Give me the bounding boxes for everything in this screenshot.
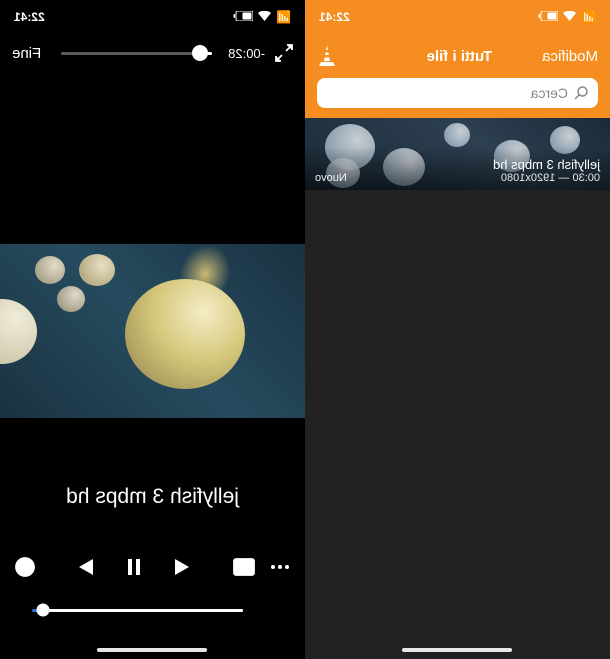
seek-thumb[interactable]	[36, 604, 49, 617]
search-input[interactable]: Cerca	[317, 78, 598, 108]
status-bar: 📶 22:41	[305, 0, 610, 34]
signal-icon: 📶	[581, 10, 596, 24]
status-bar: 📶 22:41	[0, 0, 305, 34]
status-time: 22:41	[14, 10, 45, 24]
search-icon	[574, 86, 588, 100]
slider-thumb[interactable]	[192, 45, 208, 61]
item-title: jellyfish 3 mbps hd	[315, 157, 600, 172]
signal-icon: 📶	[276, 10, 291, 24]
seek-slider[interactable]	[32, 609, 243, 612]
video-surface[interactable]	[0, 244, 305, 418]
home-indicator[interactable]	[403, 648, 513, 652]
fullscreen-icon[interactable]	[275, 44, 293, 62]
next-icon[interactable]	[74, 556, 96, 578]
seek-row	[32, 601, 273, 619]
page-title: Tutti i file	[427, 48, 493, 65]
player-controls	[0, 545, 305, 589]
video-list-item[interactable]: jellyfish 3 mbps hd 00:30 — 1920x1080 Nu…	[305, 118, 610, 190]
vlc-file-list-screen: 📶 22:41 Modifica Tutti i file Cerca	[305, 0, 610, 659]
wifi-icon	[563, 10, 576, 24]
item-meta: 00:30 — 1920x1080	[501, 172, 600, 184]
wifi-icon	[258, 10, 271, 24]
more-icon[interactable]	[269, 556, 291, 578]
pause-icon[interactable]	[124, 556, 146, 578]
clock-icon[interactable]	[14, 556, 36, 578]
vlc-player-screen: 📶 22:41 -00:28 Fine	[0, 0, 305, 659]
done-button[interactable]: Fine	[12, 45, 41, 62]
empty-list-area	[305, 190, 610, 659]
home-indicator[interactable]	[98, 648, 208, 652]
video-title: jellyfish 3 mbps hd	[0, 485, 305, 509]
player-top-bar: -00:28 Fine	[0, 34, 305, 72]
edit-button[interactable]: Modifica	[542, 48, 598, 65]
status-time: 22:41	[319, 10, 350, 24]
previous-icon[interactable]	[174, 556, 196, 578]
progress-slider[interactable]	[61, 52, 212, 55]
vlc-cone-icon[interactable]	[317, 45, 337, 67]
list-header: Modifica Tutti i file	[305, 34, 610, 78]
search-placeholder: Cerca	[531, 85, 568, 101]
pip-icon[interactable]	[233, 556, 255, 578]
item-badge-new: Nuovo	[315, 172, 347, 184]
time-remaining[interactable]: -00:28	[228, 46, 265, 61]
battery-icon	[538, 10, 558, 24]
airplay-icon[interactable]	[253, 601, 273, 619]
battery-icon	[233, 10, 253, 24]
